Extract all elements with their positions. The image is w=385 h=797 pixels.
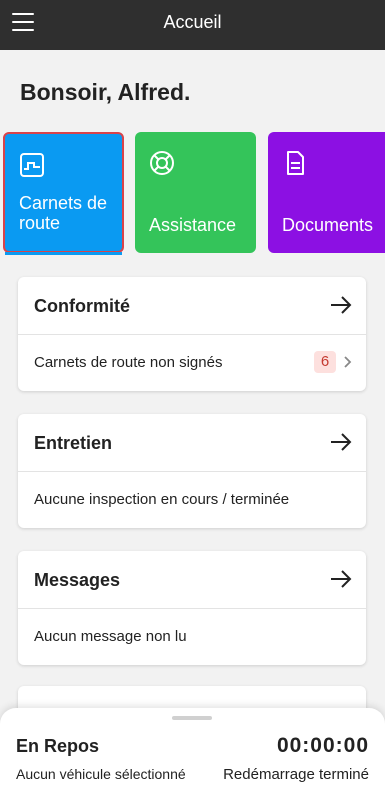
lifebuoy-icon (150, 151, 174, 175)
card-conformite: Conformité Carnets de route non signés 6 (18, 277, 366, 391)
list-item-label: Aucune inspection en cours / terminée (34, 491, 290, 508)
list-item-label: Aucun message non lu (34, 628, 187, 645)
card-entretien: Entretien Aucune inspection en cours / t… (18, 414, 366, 528)
document-icon (287, 151, 304, 175)
card-title: Messages (34, 570, 121, 590)
duty-status-sheet[interactable]: En Repos 00:00:00 Aucun véhicule sélecti… (0, 708, 385, 797)
logbook-chart-icon (20, 153, 44, 177)
list-item[interactable]: Carnets de route non signés 6 (18, 335, 366, 390)
card-title: Entretien (34, 433, 113, 453)
card-header[interactable]: Entretien (18, 414, 366, 472)
page-title: Accueil (163, 12, 222, 32)
restart-status: Redémarrage terminé (223, 766, 369, 783)
card-title: Conformité (34, 296, 130, 316)
arrow-right-icon[interactable] (330, 570, 352, 588)
card-header[interactable]: Conformité (18, 277, 366, 335)
tile-label: Carnets de route (19, 193, 108, 233)
arrow-right-icon[interactable] (330, 296, 352, 314)
vehicle-status: Aucun véhicule sélectionné (16, 766, 186, 782)
active-indicator (5, 252, 122, 255)
card-header[interactable]: Messages (18, 551, 366, 609)
tile-carnets-de-route[interactable]: Carnets de route (3, 132, 124, 255)
card-messages: Messages Aucun message non lu (18, 551, 366, 665)
chevron-right-icon (344, 356, 352, 368)
drag-handle[interactable] (172, 716, 212, 720)
tile-label: Documents (282, 215, 374, 235)
greeting-text: Bonsoir, Alfred. (20, 79, 191, 105)
duty-status: En Repos (16, 736, 100, 756)
tile-label: Assistance (149, 215, 237, 235)
list-item-label: Carnets de route non signés (34, 354, 223, 371)
tile-assistance[interactable]: Assistance (135, 132, 256, 253)
count-badge: 6 (314, 351, 336, 373)
top-app-bar: Accueil (0, 0, 385, 50)
tile-documents[interactable]: Documents (268, 132, 385, 253)
duty-timer: 00:00:00 (276, 734, 369, 757)
list-item: Aucun message non lu (18, 609, 366, 664)
arrow-right-icon[interactable] (330, 433, 352, 451)
list-item: Aucune inspection en cours / terminée (18, 472, 366, 527)
